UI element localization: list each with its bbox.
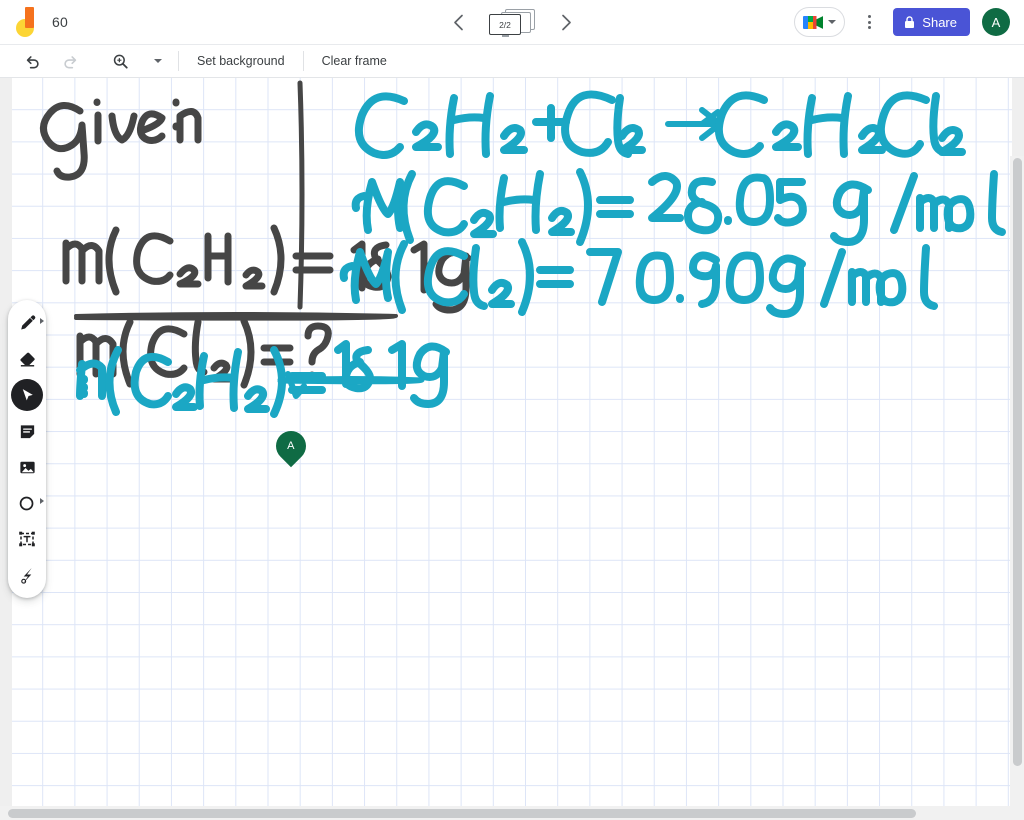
grid-background: A	[12, 78, 1012, 808]
toolbar-divider	[302, 51, 304, 71]
frame-stand-icon	[502, 35, 509, 37]
zoom-button[interactable]	[106, 48, 134, 74]
lock-icon	[905, 15, 915, 28]
clear-frame-button[interactable]: Clear frame	[310, 48, 399, 74]
jam-canvas-area[interactable]: A	[0, 78, 1024, 820]
tool-laser-pointer[interactable]	[11, 559, 43, 591]
tool-shape[interactable]	[11, 487, 44, 519]
top-bar: 60 2/2 Share A	[0, 0, 1024, 45]
chevron-down-icon	[154, 59, 162, 63]
tool-text-box[interactable]	[11, 523, 43, 555]
scrollbar-corner	[1010, 806, 1024, 820]
undo-button[interactable]	[18, 48, 46, 74]
frame-counter-label: 2/2	[489, 14, 521, 35]
avatar[interactable]: A	[982, 8, 1010, 36]
toolbar-divider	[178, 51, 179, 71]
chevron-right-icon	[40, 498, 44, 504]
google-meet-button[interactable]	[794, 7, 846, 37]
horizontal-scrollbar[interactable]	[0, 806, 1024, 820]
google-meet-icon	[802, 15, 824, 30]
tool-select[interactable]	[11, 379, 43, 411]
edit-toolbar: Set background Clear frame	[0, 45, 1024, 78]
tool-image[interactable]	[11, 451, 43, 483]
jamboard-logo-icon	[16, 7, 38, 37]
topbar-left-group: 60	[0, 7, 68, 37]
share-button[interactable]: Share	[893, 8, 970, 36]
tool-eraser[interactable]	[11, 343, 43, 375]
set-background-button[interactable]: Set background	[185, 48, 297, 74]
frame-navigation: 2/2	[445, 7, 579, 37]
share-button-label: Share	[922, 14, 957, 30]
tool-palette	[8, 300, 46, 598]
vertical-scrollbar-thumb[interactable]	[1013, 158, 1022, 766]
chevron-down-icon	[828, 20, 837, 24]
chevron-right-icon	[40, 318, 44, 324]
next-frame-button[interactable]	[553, 9, 579, 35]
document-title[interactable]: 60	[52, 14, 68, 30]
topbar-right-group: Share A	[794, 7, 1010, 37]
frame-counter-button[interactable]: 2/2	[489, 7, 535, 37]
vertical-scrollbar[interactable]	[1010, 156, 1024, 820]
redo-button[interactable]	[56, 48, 84, 74]
zoom-dropdown-button[interactable]	[144, 48, 172, 74]
prev-frame-button[interactable]	[445, 9, 471, 35]
tool-sticky-note[interactable]	[11, 415, 43, 447]
handwritten-ink-layer	[40, 80, 1006, 418]
horizontal-scrollbar-thumb[interactable]	[8, 809, 916, 818]
kebab-menu-icon[interactable]	[857, 10, 881, 34]
tool-pen[interactable]	[11, 307, 44, 339]
